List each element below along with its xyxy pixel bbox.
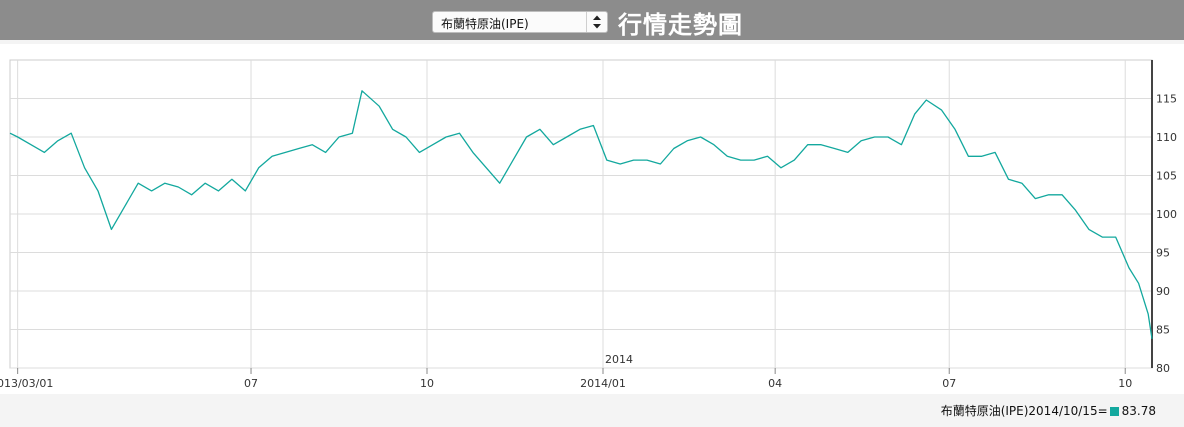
chart-legend: 布蘭特原油(IPE)2014/10/15= 83.78 xyxy=(941,402,1156,419)
chart-header: 布蘭特原油(IPE) 行情走勢圖 xyxy=(0,0,1184,40)
x-tick-label: 2014/01 xyxy=(580,377,626,390)
y-tick-label: 105 xyxy=(1156,170,1177,183)
y-tick-label: 115 xyxy=(1156,93,1177,106)
x-tick-label: 10 xyxy=(420,377,434,390)
y-tick-label: 90 xyxy=(1156,285,1170,298)
y-tick-label: 80 xyxy=(1156,362,1170,375)
year-marker-label: 2014 xyxy=(605,353,633,366)
x-tick-label: 10 xyxy=(1118,377,1132,390)
y-tick-label: 95 xyxy=(1156,247,1170,260)
x-tick-label: 2013/03/01 xyxy=(0,377,53,390)
commodity-select[interactable]: 布蘭特原油(IPE) xyxy=(432,11,608,33)
price-series-line xyxy=(9,90,1153,339)
x-tick-label: 07 xyxy=(942,377,956,390)
legend-value: 83.78 xyxy=(1121,404,1156,418)
legend-swatch xyxy=(1109,407,1119,416)
commodity-select-value: 布蘭特原油(IPE) xyxy=(441,17,529,31)
y-tick-label: 110 xyxy=(1156,131,1177,144)
page-title: 行情走勢圖 xyxy=(618,10,743,39)
x-tick-label: 04 xyxy=(768,377,782,390)
legend-label: 布蘭特原油(IPE)2014/10/15= xyxy=(940,404,1108,418)
select-arrows-icon xyxy=(586,12,607,32)
y-tick-label: 85 xyxy=(1156,324,1170,337)
x-tick-label: 07 xyxy=(244,377,258,390)
y-tick-label: 100 xyxy=(1156,208,1177,221)
price-line-chart: 80 85 90 95 100 105 110 115 2013/03/01 07 10 2014/0… xyxy=(0,59,1177,390)
